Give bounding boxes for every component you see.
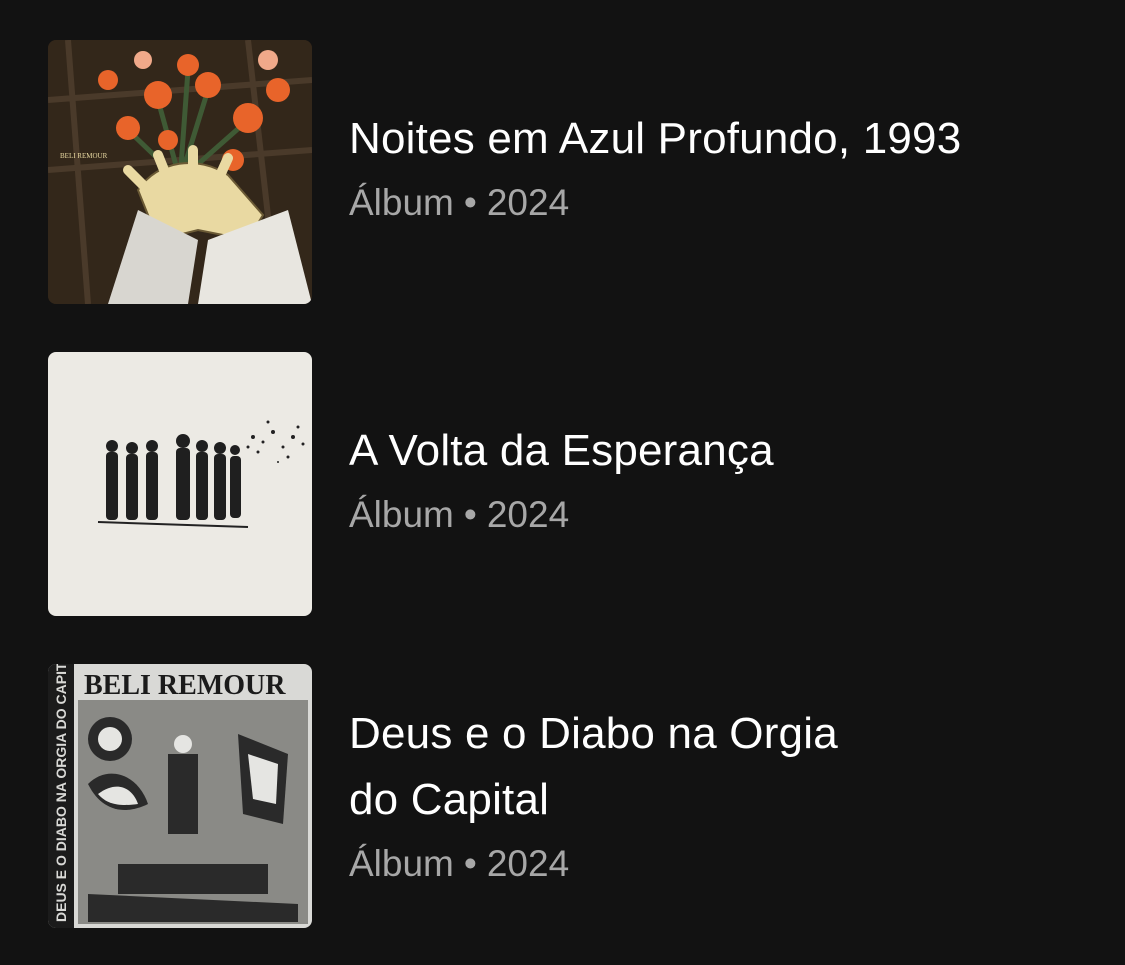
album-row-1[interactable]: BELI REMOUR Noites em Azul Profundo, 199… <box>0 40 1125 304</box>
album-info-1: Noites em Azul Profundo, 1993 Álbum • 2024 <box>349 106 1069 230</box>
album-cover-figures-icon <box>48 352 312 616</box>
cover-1-text: BELI REMOUR <box>60 152 108 160</box>
album-info-3: Deus e o Diabo na Orgia do Capital Álbum… <box>349 701 1069 891</box>
album-cover-1: BELI REMOUR <box>48 40 312 304</box>
album-row-2[interactable]: A Volta da Esperança Álbum • 2024 <box>0 352 1125 616</box>
album-cover-3: BELI REMOUR DEUS E O DIABO NA ORGIA DO C… <box>48 664 312 928</box>
separator-dot: • <box>463 494 477 535</box>
album-subtitle: Álbum • 2024 <box>349 176 1069 230</box>
separator-dot: • <box>463 182 477 223</box>
album-subtitle: Álbum • 2024 <box>349 837 1069 891</box>
album-cover-2 <box>48 352 312 616</box>
album-type: Álbum <box>349 182 454 223</box>
album-info-2: A Volta da Esperança Álbum • 2024 <box>349 418 1069 542</box>
album-title: Noites em Azul Profundo, 1993 <box>349 114 962 163</box>
album-year: 2024 <box>486 182 570 223</box>
album-type: Álbum <box>349 843 454 884</box>
cover-3-spine: DEUS E O DIABO NA ORGIA DO CAPITAL <box>53 664 69 922</box>
album-cover-flowers-icon: BELI REMOUR <box>48 40 312 304</box>
album-subtitle: Álbum • 2024 <box>349 488 1069 542</box>
album-year: 2024 <box>486 843 570 884</box>
album-year: 2024 <box>486 494 570 535</box>
album-title-line2: do Capital <box>349 775 550 824</box>
album-cover-engraving-icon: BELI REMOUR DEUS E O DIABO NA ORGIA DO C… <box>48 664 312 928</box>
album-title-line1: Deus e o Diabo na Orgia <box>349 709 838 758</box>
album-title: A Volta da Esperança <box>349 426 774 475</box>
album-list: BELI REMOUR Noites em Azul Profundo, 199… <box>0 0 1125 965</box>
separator-dot: • <box>463 843 477 884</box>
cover-3-title: BELI REMOUR <box>84 670 286 701</box>
album-row-3[interactable]: BELI REMOUR DEUS E O DIABO NA ORGIA DO C… <box>0 664 1125 928</box>
album-type: Álbum <box>349 494 454 535</box>
